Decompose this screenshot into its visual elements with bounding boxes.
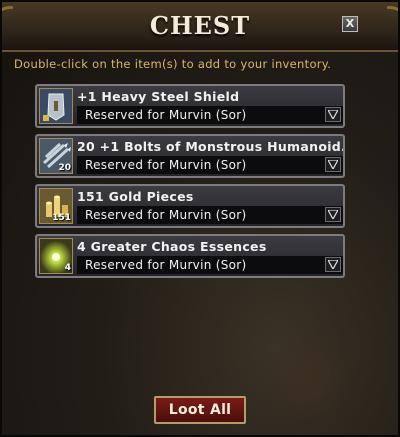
loot-all-button[interactable]: Loot All xyxy=(154,396,246,424)
item-name: 20 +1 Bolts of Monstrous Humanoid... xyxy=(77,139,343,154)
gold-icon[interactable]: 151 xyxy=(39,188,73,224)
loot-item[interactable]: 4 4 Greater Chaos Essences Reserved for … xyxy=(35,234,345,278)
dropdown-arrow-icon[interactable] xyxy=(325,207,341,222)
reservation-dropdown[interactable]: Reserved for Murvin (Sor) xyxy=(77,256,343,274)
loot-item[interactable]: 151 151 Gold Pieces Reserved for Murvin … xyxy=(35,184,345,228)
reservation-dropdown[interactable]: Reserved for Murvin (Sor) xyxy=(77,156,343,174)
item-name: +1 Heavy Steel Shield xyxy=(77,89,240,104)
window-title: CHEST xyxy=(149,11,251,40)
reservation-value: Reserved for Murvin (Sor) xyxy=(85,158,247,172)
close-button[interactable]: X xyxy=(342,16,358,32)
item-count: 151 xyxy=(52,213,71,223)
item-count: 4 xyxy=(64,263,71,273)
item-name: 151 Gold Pieces xyxy=(77,189,194,204)
dropdown-arrow-icon[interactable] xyxy=(325,257,341,272)
item-name: 4 Greater Chaos Essences xyxy=(77,239,267,254)
loot-item[interactable]: +1 Heavy Steel Shield Reserved for Murvi… xyxy=(35,84,345,128)
loot-item[interactable]: 20 20 +1 Bolts of Monstrous Humanoid... … xyxy=(35,134,345,178)
item-count: 20 xyxy=(58,163,71,173)
dropdown-arrow-icon[interactable] xyxy=(325,107,341,122)
reservation-dropdown[interactable]: Reserved for Murvin (Sor) xyxy=(77,206,343,224)
shield-icon[interactable] xyxy=(39,88,73,124)
chaos-essence-icon[interactable]: 4 xyxy=(39,238,73,274)
title-bar[interactable]: CHEST X xyxy=(2,2,398,52)
chest-window: CHEST X Double-click on the item(s) to a… xyxy=(0,0,400,437)
reservation-value: Reserved for Murvin (Sor) xyxy=(85,258,247,272)
reservation-value: Reserved for Murvin (Sor) xyxy=(85,208,247,222)
reservation-dropdown[interactable]: Reserved for Murvin (Sor) xyxy=(77,106,343,124)
reservation-value: Reserved for Murvin (Sor) xyxy=(85,108,247,122)
instructions-text: Double-click on the item(s) to add to yo… xyxy=(14,57,332,71)
background-shadow xyxy=(262,332,352,422)
bolts-icon[interactable]: 20 xyxy=(39,138,73,174)
dropdown-arrow-icon[interactable] xyxy=(325,157,341,172)
